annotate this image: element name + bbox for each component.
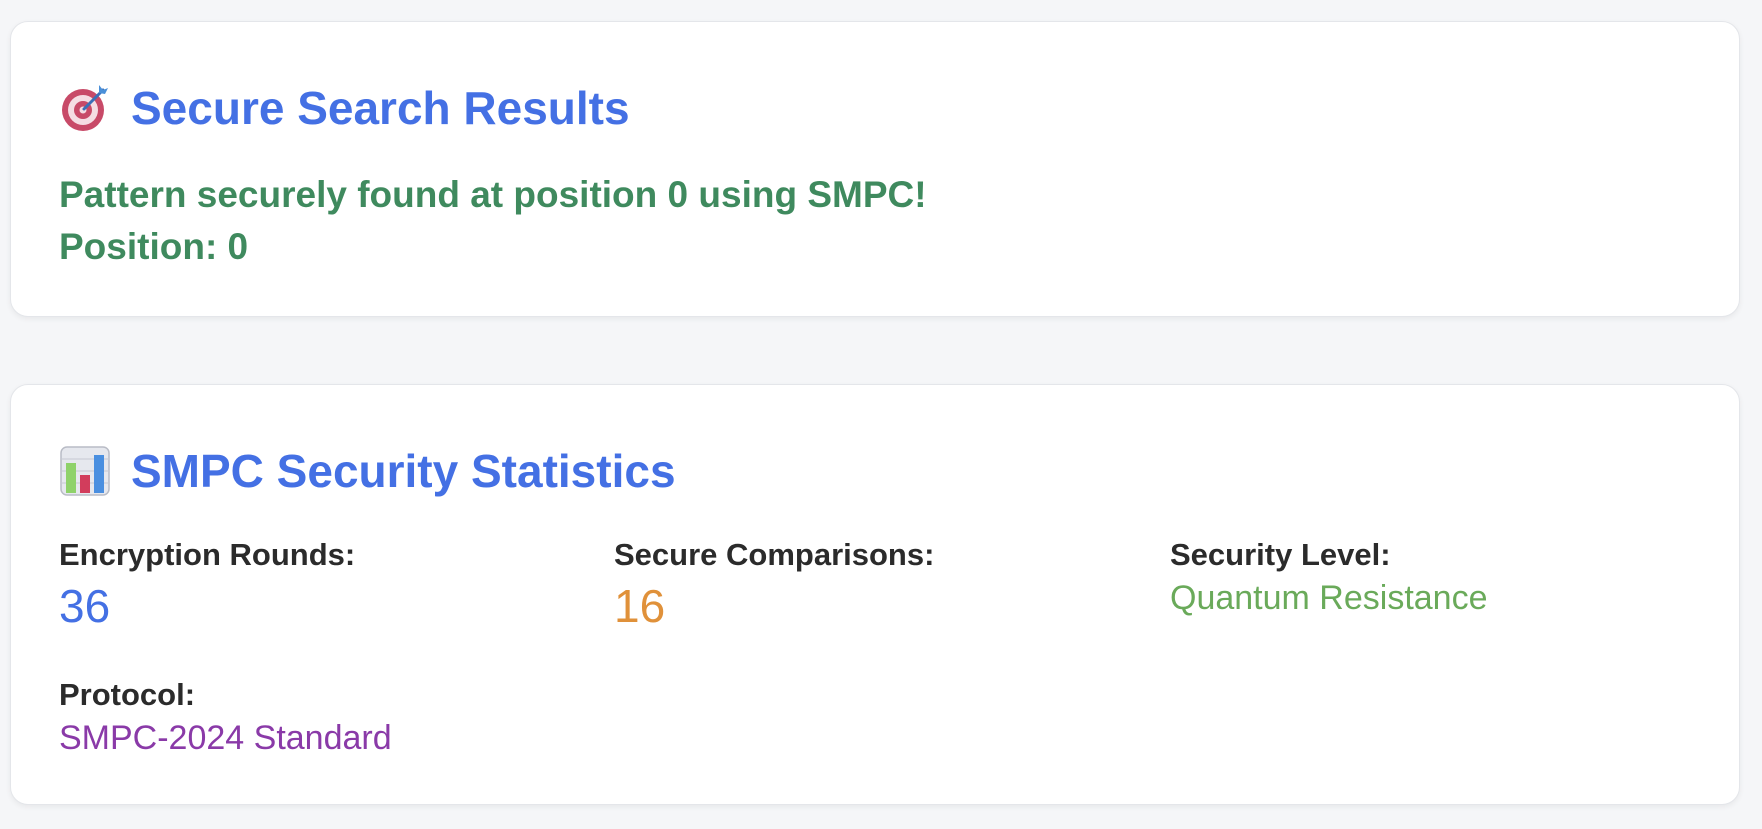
security-statistics-card: SMPC Security Statistics Encryption Roun… (10, 384, 1740, 805)
stat-value: 36 (59, 580, 111, 632)
stat-label: Protocol: (59, 677, 196, 712)
bar-chart-icon (59, 445, 111, 497)
stat-value: SMPC-2024 Standard (59, 719, 392, 757)
results-title: Secure Search Results (59, 82, 630, 134)
position-value: 0 (227, 226, 249, 267)
stat-value: Quantum Resistance (1170, 579, 1488, 617)
stat-label: Security Level: (1170, 537, 1391, 572)
secure-search-results-card: Secure Search Results Pattern securely f… (10, 21, 1740, 317)
target-icon (59, 82, 111, 134)
result-message: Pattern securely found at position 0 usi… (59, 174, 927, 215)
stat-encryption-rounds: Encryption Rounds: 36 (59, 537, 355, 633)
stat-protocol: Protocol: SMPC-2024 Standard (59, 677, 392, 758)
position-label: Position: (59, 226, 218, 267)
result-position: Position: 0 (59, 226, 248, 268)
stat-value: 16 (614, 580, 666, 632)
stat-secure-comparisons: Secure Comparisons: 16 (614, 537, 934, 633)
results-title-text: Secure Search Results (131, 82, 630, 134)
stat-label: Secure Comparisons: (614, 537, 935, 572)
stat-security-level: Security Level: Quantum Resistance (1170, 537, 1488, 618)
stats-title-text: SMPC Security Statistics (131, 445, 676, 497)
stat-label: Encryption Rounds: (59, 537, 356, 572)
stats-title: SMPC Security Statistics (59, 445, 676, 497)
